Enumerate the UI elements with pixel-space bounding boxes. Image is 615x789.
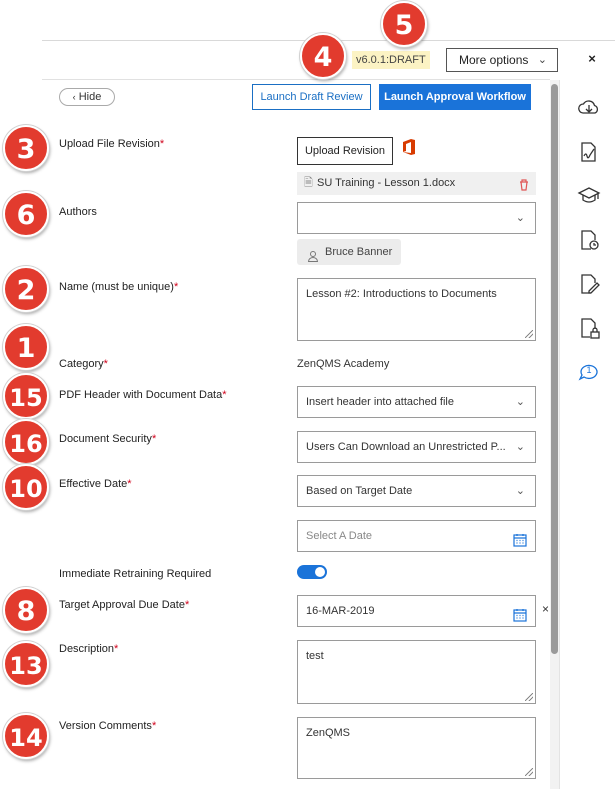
comment-icon[interactable]: 1 [577,360,601,384]
annotation-badge-2: 2 [3,266,49,312]
authors-select[interactable]: ⌄ [297,202,536,234]
select-date-input[interactable]: Select A Date [297,520,536,552]
file-name: SU Training - Lesson 1.docx [317,177,456,189]
category-value: ZenQMS Academy [297,358,390,370]
launch-draft-review-button[interactable]: Launch Draft Review [252,84,371,110]
target-date-value: 16-MAR-2019 [306,605,375,617]
file-icon: 🗎 [304,177,313,189]
chevron-down-icon: ⌄ [515,212,525,224]
cloud-download-icon[interactable] [577,96,601,120]
hide-button[interactable]: ‹ Hide [59,88,115,106]
upload-label: Upload File Revision* [59,138,165,150]
version-comments-label: Version Comments* [59,720,157,732]
retraining-toggle[interactable] [297,565,327,579]
annotation-badge-6: 6 [3,191,49,237]
chevron-down-icon: ⌄ [537,54,547,66]
close-icon[interactable]: × [584,50,600,68]
comment-count: 1 [586,365,592,375]
target-date-label: Target Approval Due Date* [59,599,190,611]
resize-handle[interactable] [525,768,533,776]
pdf-header-select[interactable]: Insert header into attached file ⌄ [297,386,536,418]
chevron-down-icon: ⌄ [515,441,525,453]
chevron-left-icon: ‹ [72,92,76,102]
launch-approval-workflow-button[interactable]: Launch Approval Workflow [379,84,531,110]
retraining-label: Immediate Retraining Required [59,568,212,580]
pdf-header-value: Insert header into attached file [306,396,454,408]
upload-revision-button[interactable]: Upload Revision [297,137,393,165]
clear-date-icon[interactable]: × [542,602,549,616]
scrollbar-thumb[interactable] [551,84,558,654]
signature-icon[interactable] [577,140,601,164]
user-icon [307,246,319,272]
name-label: Name (must be unique)* [59,281,179,293]
annotation-badge-8: 8 [3,587,49,633]
annotation-badge-13: 13 [3,641,49,687]
annotation-badge-14: 14 [3,713,49,759]
graduation-cap-icon[interactable] [577,184,601,208]
hide-label: Hide [78,91,102,103]
more-options-dropdown[interactable]: More options ⌄ [446,48,558,72]
select-date-placeholder: Select A Date [306,530,373,542]
version-comments-textarea[interactable]: ZenQMS [297,717,536,779]
description-label: Description* [59,643,119,655]
annotation-badge-4: 4 [300,33,346,79]
pdf-header-label: PDF Header with Document Data* [59,389,227,401]
annotation-badge-15: 15 [3,373,49,419]
resize-handle[interactable] [525,693,533,701]
authors-label: Authors [59,206,97,218]
edit-document-icon[interactable] [577,272,601,296]
author-chip[interactable]: Bruce Banner [297,239,401,265]
chevron-down-icon: ⌄ [515,485,525,497]
toggle-knob [315,567,325,577]
annotation-badge-16: 16 [3,419,49,465]
description-textarea[interactable]: test [297,640,536,704]
history-document-icon[interactable] [577,228,601,252]
effective-date-value: Based on Target Date [306,485,413,497]
office-icon[interactable] [402,139,416,160]
calendar-icon[interactable] [513,604,527,634]
security-label: Document Security* [59,433,157,445]
more-options-label: More options [459,53,529,67]
name-textarea[interactable]: Lesson #2: Introductions to Documents [297,278,536,341]
annotation-badge-1: 1 [3,324,49,370]
effective-date-select[interactable]: Based on Target Date ⌄ [297,475,536,507]
annotation-badge-10: 10 [3,464,49,510]
target-date-input[interactable]: 16-MAR-2019 [297,595,536,627]
annotation-badge-5: 5 [381,1,427,47]
toolbar-divider [42,79,550,80]
description-value: test [306,650,324,662]
security-value: Users Can Download an Unrestricted P... [306,441,506,453]
annotation-badge-3: 3 [3,125,49,171]
category-label: Category* [59,358,108,370]
author-chip-label: Bruce Banner [325,246,393,258]
lock-document-icon[interactable] [577,316,601,340]
trash-icon[interactable] [519,177,529,200]
uploaded-file[interactable]: 🗎 SU Training - Lesson 1.docx [297,172,536,195]
version-badge: v6.0.1:DRAFT [352,51,430,69]
resize-handle[interactable] [525,330,533,338]
version-comments-value: ZenQMS [306,727,351,739]
sidebar-divider [559,80,560,789]
effective-date-label: Effective Date* [59,478,132,490]
security-select[interactable]: Users Can Download an Unrestricted P... … [297,431,536,463]
calendar-icon[interactable] [513,529,527,559]
chevron-down-icon: ⌄ [515,396,525,408]
name-value: Lesson #2: Introductions to Documents [306,288,497,300]
